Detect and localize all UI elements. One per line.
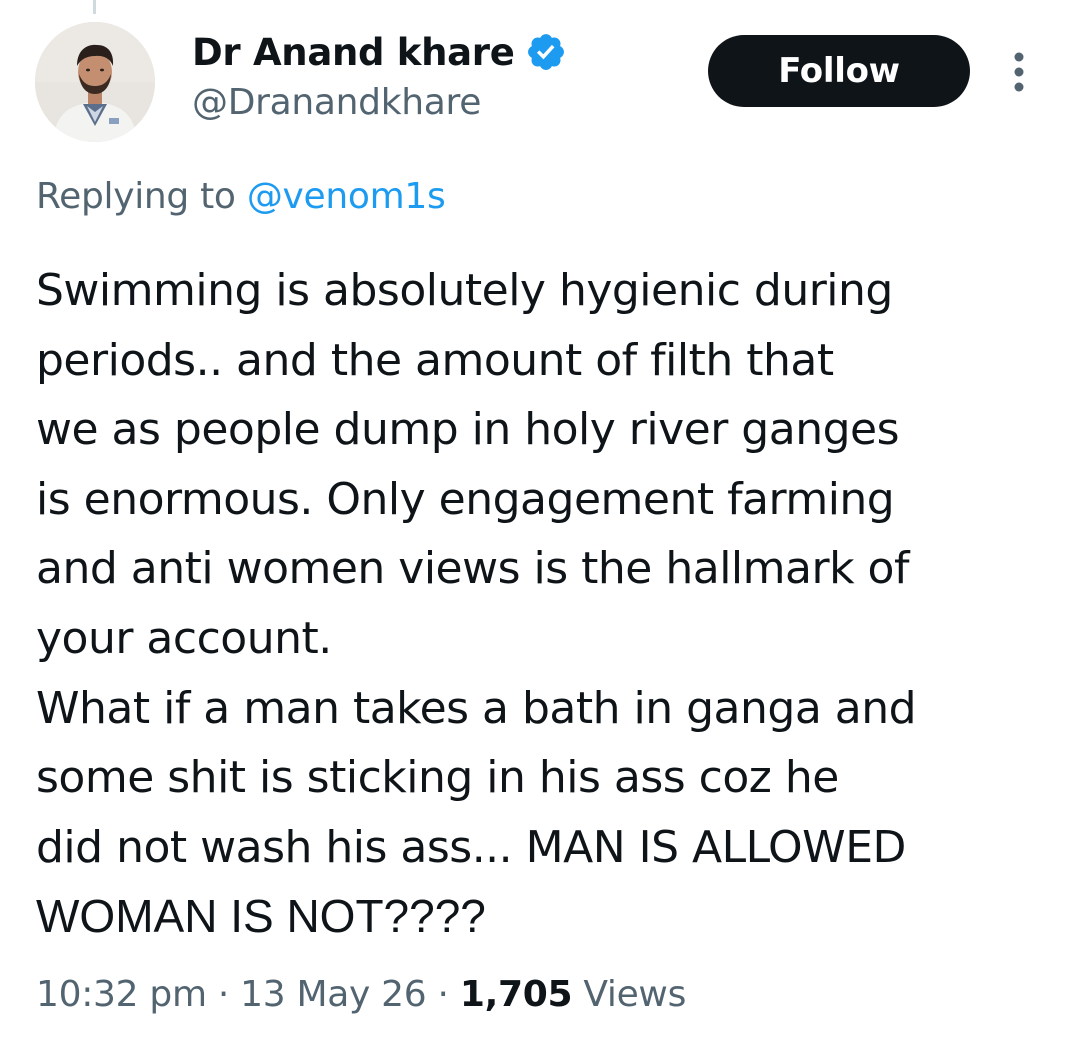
views-count[interactable]: 1,705: [460, 974, 573, 1015]
verified-badge-icon: [525, 31, 567, 73]
tweet-body: Swimming is absolutely hygienic during p…: [36, 256, 1046, 952]
tweet-date[interactable]: 13 May 26: [240, 974, 427, 1015]
author-handle[interactable]: @Dranandkhare: [192, 82, 481, 123]
thread-connector-line: [93, 0, 96, 14]
tweet-time[interactable]: 10:32 pm: [36, 974, 207, 1015]
more-vertical-icon[interactable]: [1008, 50, 1030, 94]
author-display-name[interactable]: Dr Anand khare: [192, 31, 515, 74]
tweet-text-line: your account.: [36, 612, 332, 664]
tweet-text-line: WOMAN IS NOT????: [36, 890, 486, 943]
tweet-text-line: some shit is sticking in his ass coz he: [36, 752, 839, 804]
tweet-text-line: What if a man takes a bath in ganga and: [36, 682, 917, 734]
views-label: Views: [572, 974, 687, 1015]
meta-separator: ·: [426, 974, 460, 1015]
tweet-text-line: and anti women views is the hallmark of: [36, 543, 909, 595]
avatar[interactable]: [35, 22, 155, 142]
avatar-photo: [35, 22, 155, 142]
follow-button[interactable]: Follow: [708, 35, 970, 107]
replying-to-line: Replying to @venom1s: [36, 176, 446, 217]
meta-separator: ·: [206, 974, 241, 1015]
author-name-row[interactable]: Dr Anand khare: [192, 28, 567, 76]
tweet-text-line: Swimming is absolutely hygienic during: [36, 265, 893, 316]
replying-to-prefix: Replying to: [36, 176, 247, 217]
tweet-text-line: we as people dump in holy river ganges: [36, 404, 900, 456]
tweet-text-line: did not wash his ass... MAN IS ALLOWED: [36, 821, 906, 873]
tweet-meta-row: 10:32 pm · 13 May 26 · 1,705 Views: [36, 974, 686, 1015]
reply-mention-link[interactable]: @venom1s: [247, 176, 446, 217]
tweet-text-line: periods.. and the amount of filth that: [36, 334, 834, 386]
tweet-text-line: is enormous. Only engagement farming: [36, 473, 895, 525]
